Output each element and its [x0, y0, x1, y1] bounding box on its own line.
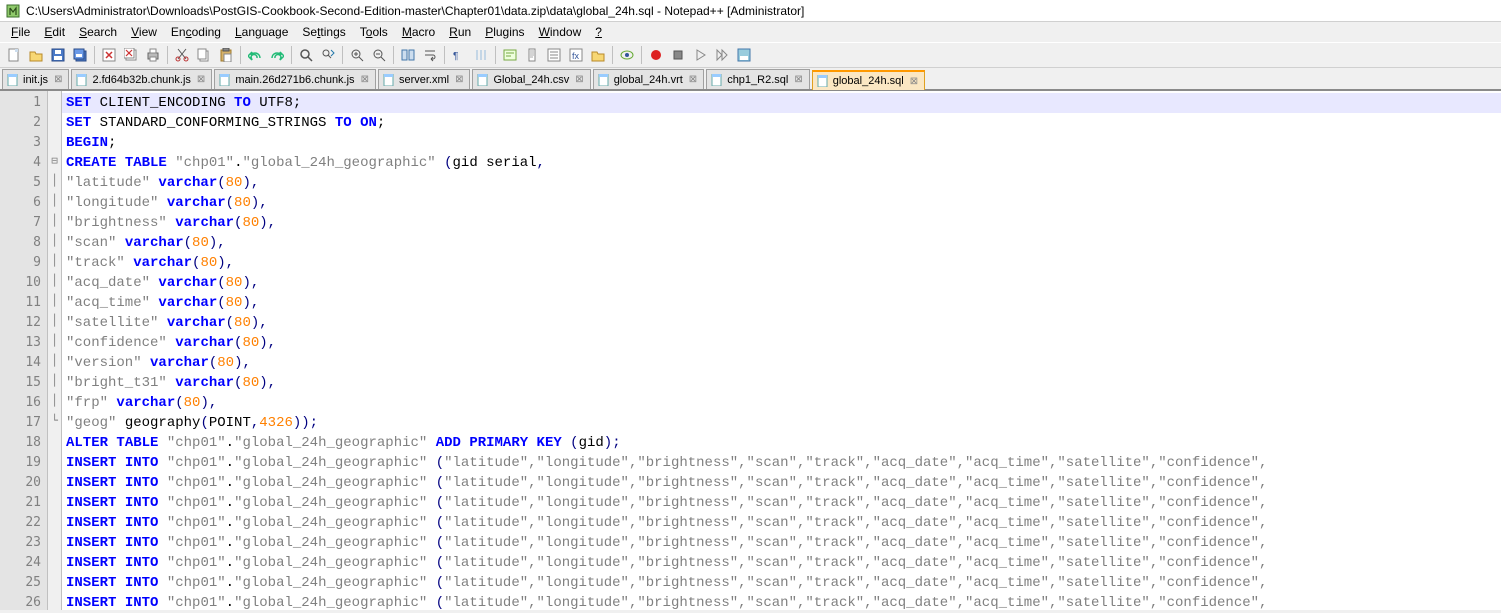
tab-close-icon[interactable]: ⊠: [195, 74, 207, 85]
file-icon: [477, 74, 489, 86]
editor-area[interactable]: 1234567891011121314151617181920212223242…: [0, 90, 1501, 610]
toolbar-separator: [240, 46, 241, 64]
code-view[interactable]: SET CLIENT_ENCODING TO UTF8;SET STANDARD…: [62, 91, 1501, 610]
tab-close-icon[interactable]: ⊠: [687, 74, 699, 85]
file-tab-label: init.js: [23, 74, 48, 86]
file-icon: [383, 74, 395, 86]
file-tab[interactable]: chp1_R2.sql ⊠: [706, 69, 810, 89]
menu-encoding[interactable]: Encoding: [164, 24, 228, 40]
open-file-icon[interactable]: [26, 45, 46, 65]
file-icon: [7, 74, 19, 86]
file-tab-label: server.xml: [399, 74, 449, 86]
doc-list-icon[interactable]: [544, 45, 564, 65]
macro-stop-icon[interactable]: [668, 45, 688, 65]
toolbar-separator: [612, 46, 613, 64]
save-icon[interactable]: [48, 45, 68, 65]
file-tab[interactable]: 2.fd64b32b.chunk.js ⊠: [71, 69, 212, 89]
file-tab[interactable]: init.js ⊠: [2, 69, 69, 89]
file-tab[interactable]: server.xml ⊠: [378, 69, 471, 89]
menu-help[interactable]: ?: [588, 24, 609, 40]
toolbar: ¶ fx: [0, 42, 1501, 68]
indent-guide-icon[interactable]: [471, 45, 491, 65]
macro-play-multi-icon[interactable]: [712, 45, 732, 65]
doc-map-icon[interactable]: [522, 45, 542, 65]
menu-tools[interactable]: Tools: [353, 24, 395, 40]
menu-bar: File Edit Search View Encoding Language …: [0, 22, 1501, 42]
toolbar-separator: [393, 46, 394, 64]
toolbar-separator: [444, 46, 445, 64]
file-tab[interactable]: global_24h.sql ⊠: [812, 70, 925, 90]
zoom-out-icon[interactable]: [369, 45, 389, 65]
window-title: C:\Users\Administrator\Downloads\PostGIS…: [26, 4, 804, 18]
app-icon: [6, 4, 20, 18]
toolbar-separator: [641, 46, 642, 64]
macro-play-icon[interactable]: [690, 45, 710, 65]
menu-file[interactable]: File: [4, 24, 37, 40]
print-icon[interactable]: [143, 45, 163, 65]
file-icon: [219, 74, 231, 86]
fold-column[interactable]: ⊟││││││││││││└: [48, 91, 62, 610]
file-icon: [817, 75, 829, 87]
new-file-icon[interactable]: [4, 45, 24, 65]
toolbar-separator: [495, 46, 496, 64]
line-number-gutter: 1234567891011121314151617181920212223242…: [0, 91, 48, 610]
tab-close-icon[interactable]: ⊠: [573, 74, 585, 85]
toolbar-separator: [342, 46, 343, 64]
paste-icon[interactable]: [216, 45, 236, 65]
save-all-icon[interactable]: [70, 45, 90, 65]
udlang-icon[interactable]: [500, 45, 520, 65]
show-all-chars-icon[interactable]: ¶: [449, 45, 469, 65]
toolbar-separator: [291, 46, 292, 64]
macro-record-icon[interactable]: [646, 45, 666, 65]
file-icon: [711, 74, 723, 86]
func-list-icon[interactable]: fx: [566, 45, 586, 65]
file-tab-bar: init.js⊠2.fd64b32b.chunk.js⊠main.26d271b…: [0, 68, 1501, 90]
svg-text:fx: fx: [572, 51, 580, 61]
file-icon: [598, 74, 610, 86]
menu-macro[interactable]: Macro: [395, 24, 442, 40]
find-icon[interactable]: [296, 45, 316, 65]
menu-search[interactable]: Search: [72, 24, 124, 40]
copy-icon[interactable]: [194, 45, 214, 65]
redo-icon[interactable]: [267, 45, 287, 65]
svg-text:¶: ¶: [453, 51, 458, 62]
replace-icon[interactable]: [318, 45, 338, 65]
tab-close-icon[interactable]: ⊠: [792, 74, 804, 85]
file-tab-label: Global_24h.csv: [493, 74, 569, 86]
wrap-icon[interactable]: [420, 45, 440, 65]
tab-close-icon[interactable]: ⊠: [908, 76, 920, 87]
toolbar-separator: [94, 46, 95, 64]
tab-close-icon[interactable]: ⊠: [453, 74, 465, 85]
tab-close-icon[interactable]: ⊠: [359, 74, 371, 85]
toolbar-separator: [167, 46, 168, 64]
menu-edit[interactable]: Edit: [37, 24, 72, 40]
file-tab[interactable]: Global_24h.csv ⊠: [472, 69, 590, 89]
title-bar: C:\Users\Administrator\Downloads\PostGIS…: [0, 0, 1501, 22]
menu-window[interactable]: Window: [532, 24, 589, 40]
close-all-icon[interactable]: [121, 45, 141, 65]
file-tab[interactable]: main.26d271b6.chunk.js ⊠: [214, 69, 376, 89]
sync-scroll-icon[interactable]: [398, 45, 418, 65]
monitor-icon[interactable]: [617, 45, 637, 65]
menu-language[interactable]: Language: [228, 24, 295, 40]
close-icon[interactable]: [99, 45, 119, 65]
file-icon: [76, 74, 88, 86]
file-tab[interactable]: global_24h.vrt ⊠: [593, 69, 705, 89]
tab-close-icon[interactable]: ⊠: [52, 74, 64, 85]
zoom-in-icon[interactable]: [347, 45, 367, 65]
file-tab-label: global_24h.sql: [833, 75, 904, 87]
menu-view[interactable]: View: [124, 24, 164, 40]
menu-run[interactable]: Run: [442, 24, 478, 40]
menu-plugins[interactable]: Plugins: [478, 24, 531, 40]
macro-save-icon[interactable]: [734, 45, 754, 65]
menu-settings[interactable]: Settings: [295, 24, 352, 40]
file-tab-label: 2.fd64b32b.chunk.js: [92, 74, 190, 86]
file-tab-label: chp1_R2.sql: [727, 74, 788, 86]
cut-icon[interactable]: [172, 45, 192, 65]
file-tab-label: global_24h.vrt: [614, 74, 683, 86]
undo-icon[interactable]: [245, 45, 265, 65]
file-tab-label: main.26d271b6.chunk.js: [235, 74, 354, 86]
folder-view-icon[interactable]: [588, 45, 608, 65]
